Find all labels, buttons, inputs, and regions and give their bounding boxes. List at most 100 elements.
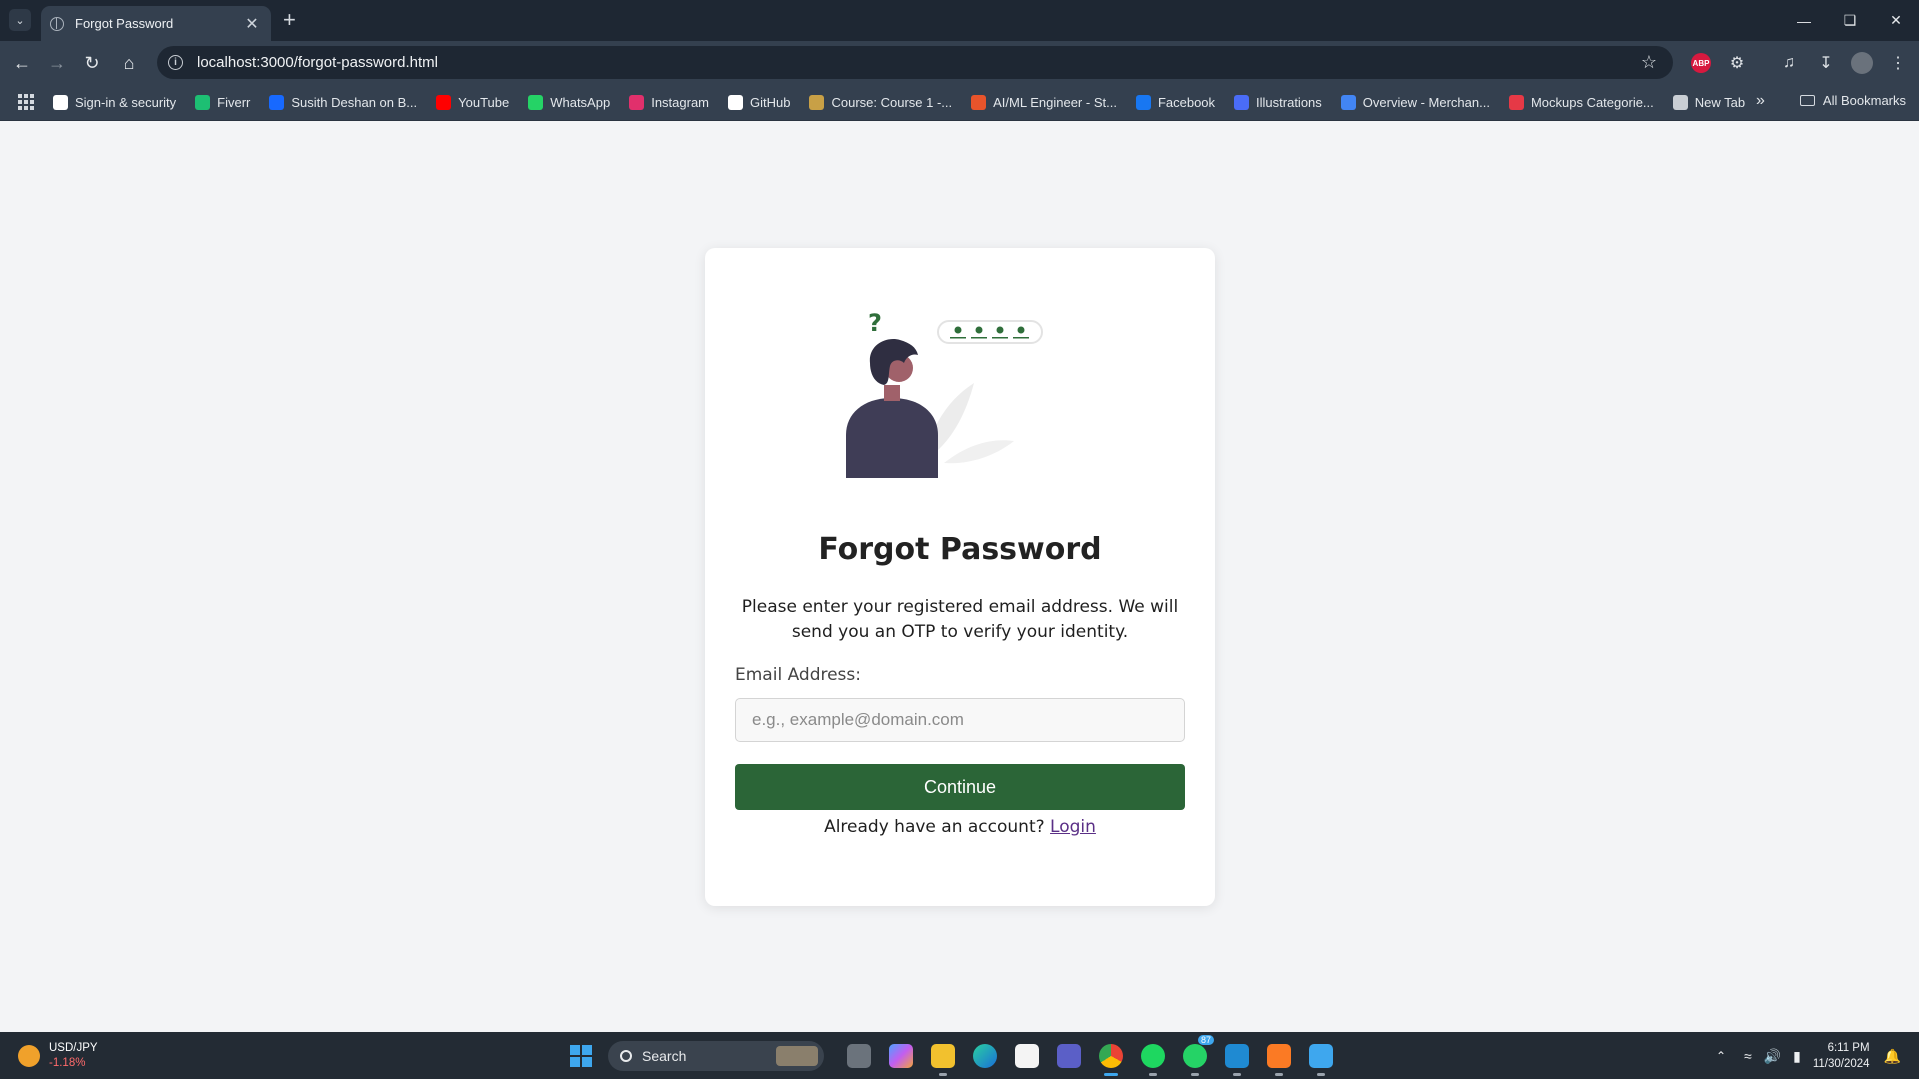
teams-icon[interactable]: [1052, 1039, 1086, 1073]
restore-icon[interactable]: ❏: [1827, 0, 1873, 41]
mockups-icon: [1508, 94, 1524, 110]
login-link[interactable]: Login: [1050, 817, 1096, 837]
login-prompt-text: Already have an account?: [824, 817, 1045, 837]
address-bar[interactable]: i localhost:3000/forgot-password.html ☆: [157, 46, 1673, 79]
taskbar-search[interactable]: Search: [608, 1041, 824, 1071]
extensions-icon[interactable]: ⚙: [1723, 49, 1751, 77]
xampp-icon[interactable]: [1262, 1039, 1296, 1076]
microsoft-store-icon[interactable]: [1010, 1039, 1044, 1073]
bookmark-item[interactable]: AI/ML Engineer - St...: [971, 94, 1117, 110]
svg-text:?: ?: [868, 309, 882, 337]
browser-tab-forgot-password[interactable]: Forgot Password ✕: [41, 6, 271, 41]
fiverr-icon: [195, 94, 211, 110]
all-bookmarks-label: All Bookmarks: [1822, 93, 1906, 108]
currency-icon: [18, 1045, 40, 1067]
continue-button[interactable]: Continue: [735, 764, 1185, 810]
bookmark-label: Sign-in & security: [75, 94, 177, 110]
close-tab-icon[interactable]: ✕: [243, 14, 261, 34]
bookmark-label: Susith Deshan on B...: [291, 94, 418, 110]
taskbar-apps: Search 87: [570, 1035, 1342, 1076]
profile-avatar[interactable]: [1848, 49, 1876, 77]
adblock-extension-icon[interactable]: ABP: [1687, 49, 1715, 77]
wifi-icon[interactable]: ≈: [1744, 1048, 1752, 1064]
search-highlight-art: [776, 1046, 818, 1066]
whatsapp-badge: 87: [1197, 1035, 1214, 1045]
tab-title: Forgot Password: [75, 16, 174, 31]
back-icon[interactable]: ←: [8, 49, 36, 77]
stock-ticker-widget[interactable]: USD/JPY -1.18%: [18, 1041, 98, 1071]
bookmark-item[interactable]: GitHub: [728, 94, 791, 110]
notepad-icon[interactable]: [1304, 1039, 1338, 1076]
tab-search-button[interactable]: ⌄: [9, 9, 31, 31]
bookmark-label: New Tab: [1694, 94, 1746, 110]
whatsapp-icon[interactable]: 87: [1178, 1035, 1214, 1076]
minimize-icon[interactable]: —: [1781, 0, 1827, 41]
bookmark-label: Course: Course 1 -...: [831, 94, 953, 110]
downloads-icon[interactable]: ↧: [1812, 49, 1840, 77]
notifications-icon[interactable]: 🔔: [1884, 1048, 1901, 1065]
site-info-icon[interactable]: i: [168, 55, 183, 70]
volume-icon[interactable]: 🔊: [1764, 1048, 1781, 1065]
bookmark-item[interactable]: New Tab: [1672, 94, 1746, 110]
show-hidden-icons-icon[interactable]: ⌃: [1716, 1049, 1726, 1063]
spotify-icon[interactable]: [1136, 1039, 1170, 1076]
forward-icon[interactable]: →: [43, 49, 71, 77]
bookmark-label: GitHub: [750, 94, 791, 110]
windows-taskbar: USD/JPY -1.18% Search 87 ⌃ ≈ 🔊 ▮ 6:11 PM…: [0, 1032, 1919, 1079]
all-bookmarks-button[interactable]: All Bookmarks: [1799, 93, 1906, 108]
bookmark-item[interactable]: Facebook: [1135, 94, 1216, 110]
clock-date: 11/30/2024: [1812, 1058, 1870, 1070]
clock[interactable]: 6:11 PM 11/30/2024: [1813, 1040, 1870, 1072]
bookmark-label: Facebook: [1157, 94, 1216, 110]
forgot-password-card: ? Forgot Password Please enter your regi…: [705, 248, 1215, 906]
bookmark-item[interactable]: WhatsApp: [528, 94, 611, 110]
illustrations-icon: [1234, 94, 1250, 110]
bookmark-item[interactable]: YouTube: [436, 94, 510, 110]
close-window-icon[interactable]: ✕: [1873, 0, 1919, 41]
clock-time: 6:11 PM: [1827, 1042, 1870, 1054]
vscode-icon[interactable]: [1220, 1039, 1254, 1076]
bookmark-label: Overview - Merchan...: [1362, 94, 1490, 110]
folder-icon: [1799, 95, 1815, 106]
reload-icon[interactable]: ↻: [78, 49, 106, 77]
facebook-icon: [1135, 94, 1151, 110]
bookmark-item[interactable]: Overview - Merchan...: [1340, 94, 1490, 110]
battery-icon[interactable]: ▮: [1793, 1048, 1801, 1065]
new-tab-button[interactable]: +: [283, 7, 296, 33]
menu-icon[interactable]: ⋮: [1884, 49, 1912, 77]
bookmark-item[interactable]: Instagram: [629, 94, 709, 110]
system-tray: ⌃ ≈ 🔊 ▮ 6:11 PM 11/30/2024 🔔: [1716, 1040, 1901, 1072]
more-bookmarks-icon[interactable]: »: [1756, 92, 1765, 110]
windows-start-icon[interactable]: [570, 1045, 592, 1067]
url-text: localhost:3000/forgot-password.html: [197, 54, 438, 71]
behance-icon: [269, 94, 285, 110]
bookmark-item[interactable]: Fiverr: [195, 94, 250, 110]
media-control-icon[interactable]: ♫: [1775, 49, 1803, 77]
bookmark-label: WhatsApp: [550, 94, 611, 110]
email-label: Email Address:: [735, 665, 861, 685]
edge-icon[interactable]: [968, 1039, 1002, 1073]
bookmark-star-icon[interactable]: ☆: [1641, 52, 1657, 73]
page-description: Please enter your registered email addre…: [741, 597, 1179, 642]
bookmark-item[interactable]: Susith Deshan on B...: [269, 94, 418, 110]
page-viewport: ? Forgot Password Please enter your regi…: [0, 121, 1919, 1032]
course-icon: [809, 94, 825, 110]
bookmark-item[interactable]: Illustrations: [1234, 94, 1322, 110]
bookmark-label: Mockups Categorie...: [1530, 94, 1654, 110]
bookmark-item[interactable]: Mockups Categorie...: [1508, 94, 1654, 110]
task-view-icon[interactable]: [842, 1039, 876, 1073]
merchant-icon: [1340, 94, 1356, 110]
google-icon: [53, 94, 68, 110]
chrome-icon[interactable]: [1094, 1039, 1128, 1076]
apps-grid-icon[interactable]: [18, 94, 34, 110]
copilot-icon[interactable]: [884, 1039, 918, 1073]
bookmark-item[interactable]: Course: Course 1 -...: [809, 94, 953, 110]
whatsapp-icon: [528, 94, 544, 110]
bookmark-label: YouTube: [458, 94, 510, 110]
file-explorer-icon[interactable]: [926, 1039, 960, 1076]
email-field[interactable]: [735, 698, 1185, 742]
bookmark-item[interactable]: Sign-in & security: [53, 94, 177, 110]
github-icon: [728, 94, 744, 110]
browser-toolbar: ← → ↻ ⌂ i localhost:3000/forgot-password…: [0, 41, 1919, 84]
home-icon[interactable]: ⌂: [115, 49, 143, 77]
